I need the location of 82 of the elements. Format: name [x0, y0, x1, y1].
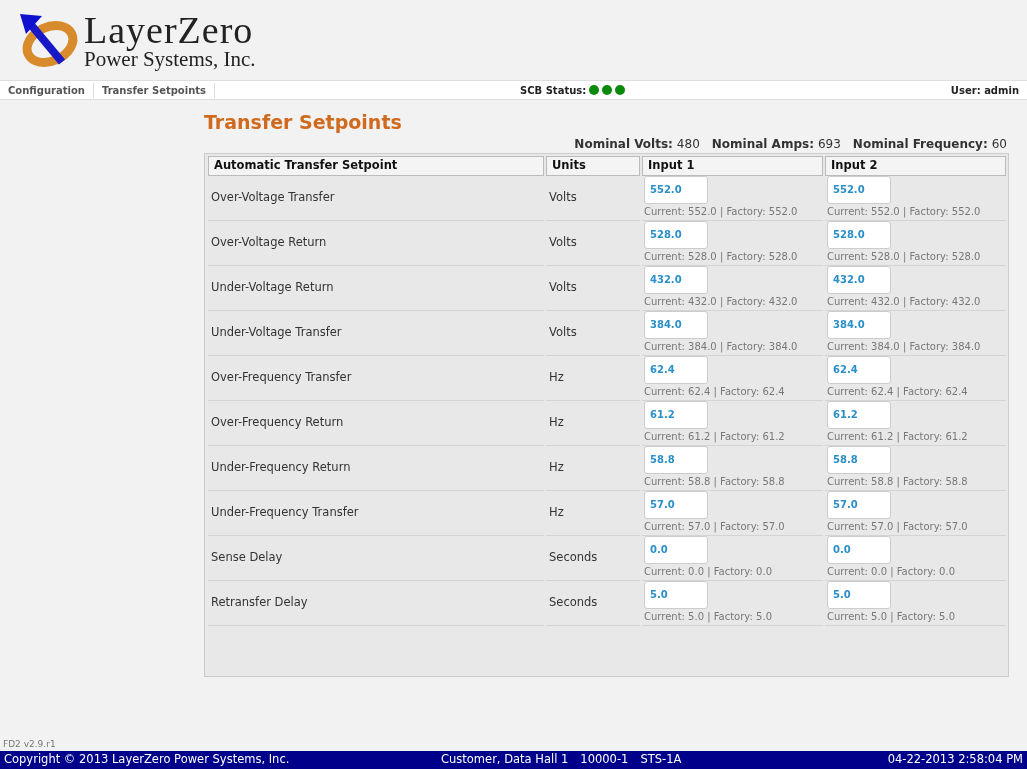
- setpoint-name: Under-Voltage Return: [208, 265, 544, 311]
- current-factory-text: Current: 57.0 | Factory: 57.0: [827, 519, 969, 534]
- site-text: STS-1A: [640, 751, 682, 769]
- current-factory-text: Current: 62.4 | Factory: 62.4: [644, 384, 786, 399]
- setpoint-input[interactable]: 432.0: [827, 265, 891, 294]
- column-header: Units: [546, 155, 640, 176]
- setpoint-input[interactable]: 61.2: [644, 400, 708, 429]
- current-factory-text: Current: 61.2 | Factory: 61.2: [827, 429, 969, 444]
- current-factory-text: Current: 432.0 | Factory: 432.0: [827, 294, 982, 309]
- setpoint-input[interactable]: 5.0: [644, 580, 708, 609]
- setpoint-name: Over-Frequency Transfer: [208, 355, 544, 401]
- scb-status-label: SCB Status:: [520, 83, 587, 98]
- current-factory-text: Current: 552.0 | Factory: 552.0: [827, 204, 982, 219]
- setpoint-name: Over-Frequency Return: [208, 400, 544, 446]
- setpoint-name: Under-Frequency Transfer: [208, 490, 544, 536]
- units-cell: Hz: [546, 445, 640, 491]
- current-factory-text: Current: 58.8 | Factory: 58.8: [827, 474, 969, 489]
- setpoint-name: Sense Delay: [208, 535, 544, 581]
- setpoint-input[interactable]: 0.0: [644, 535, 708, 564]
- column-header: Input 2: [825, 155, 1006, 176]
- current-factory-text: Current: 62.4 | Factory: 62.4: [827, 384, 969, 399]
- column-header: Automatic Transfer Setpoint: [208, 155, 544, 176]
- current-factory-text: Current: 57.0 | Factory: 57.0: [644, 519, 786, 534]
- units-cell: Hz: [546, 400, 640, 446]
- setpoint-input[interactable]: 528.0: [827, 220, 891, 249]
- setpoint-input[interactable]: 0.0: [827, 535, 891, 564]
- site-text: 10000-1: [580, 751, 629, 769]
- version-text: FD2 v2.9.r1: [2, 737, 57, 751]
- setpoint-input[interactable]: 432.0: [644, 265, 708, 294]
- setpoint-input[interactable]: 58.8: [827, 445, 891, 474]
- nominal-value: 480: [676, 135, 700, 153]
- setpoint-input[interactable]: 57.0: [644, 490, 708, 519]
- setpoint-name: Under-Frequency Return: [208, 445, 544, 491]
- setpoint-input[interactable]: 61.2: [827, 400, 891, 429]
- logo-name: LayerZero: [84, 10, 255, 49]
- current-factory-text: Current: 0.0 | Factory: 0.0: [827, 564, 956, 579]
- current-factory-text: Current: 384.0 | Factory: 384.0: [827, 339, 982, 354]
- units-cell: Hz: [546, 490, 640, 536]
- nominal-value: 60: [991, 135, 1007, 153]
- current-factory-text: Current: 5.0 | Factory: 5.0: [644, 609, 773, 624]
- breadcrumb-link[interactable]: Transfer Setpoints: [93, 82, 215, 98]
- setpoint-input[interactable]: 5.0: [827, 580, 891, 609]
- setpoint-input[interactable]: 384.0: [827, 310, 891, 339]
- units-cell: Volts: [546, 310, 640, 356]
- breadcrumb-link[interactable]: Configuration: [0, 82, 94, 98]
- setpoint-input[interactable]: 552.0: [827, 175, 891, 204]
- setpoint-input[interactable]: 552.0: [644, 175, 708, 204]
- units-cell: Seconds: [546, 535, 640, 581]
- nominal-label: Nominal Volts:: [574, 135, 673, 153]
- datetime-text: 04-22-2013 2:58:04 PM: [887, 751, 1023, 769]
- setpoint-input[interactable]: 62.4: [644, 355, 708, 384]
- setpoint-input[interactable]: 62.4: [827, 355, 891, 384]
- units-cell: Hz: [546, 355, 640, 401]
- setpoint-input[interactable]: 57.0: [827, 490, 891, 519]
- units-cell: Seconds: [546, 580, 640, 626]
- setpoint-input[interactable]: 384.0: [644, 310, 708, 339]
- current-factory-text: Current: 552.0 | Factory: 552.0: [644, 204, 799, 219]
- page-title: Transfer Setpoints: [204, 110, 403, 135]
- setpoint-input[interactable]: 58.8: [644, 445, 708, 474]
- current-factory-text: Current: 61.2 | Factory: 61.2: [644, 429, 786, 444]
- current-factory-text: Current: 5.0 | Factory: 5.0: [827, 609, 956, 624]
- nominal-label: Nominal Frequency:: [852, 135, 988, 153]
- current-factory-text: Current: 528.0 | Factory: 528.0: [644, 249, 799, 264]
- units-cell: Volts: [546, 265, 640, 311]
- units-cell: Volts: [546, 220, 640, 266]
- setpoint-name: Retransfer Delay: [208, 580, 544, 626]
- current-factory-text: Current: 0.0 | Factory: 0.0: [644, 564, 773, 579]
- copyright-text: Copyright © 2013 LayerZero Power Systems, Inc.: [4, 751, 291, 769]
- setpoint-input[interactable]: 528.0: [644, 220, 708, 249]
- user-label: User: admin: [950, 83, 1020, 98]
- nominal-label: Nominal Amps:: [711, 135, 814, 153]
- current-factory-text: Current: 58.8 | Factory: 58.8: [644, 474, 786, 489]
- setpoint-name: Under-Voltage Transfer: [208, 310, 544, 356]
- site-text: Customer, Data Hall 1: [441, 751, 569, 769]
- setpoint-name: Over-Voltage Transfer: [208, 175, 544, 221]
- nominal-value: 693: [817, 135, 841, 153]
- setpoint-name: Over-Voltage Return: [208, 220, 544, 266]
- units-cell: Volts: [546, 175, 640, 221]
- current-factory-text: Current: 528.0 | Factory: 528.0: [827, 249, 982, 264]
- current-factory-text: Current: 432.0 | Factory: 432.0: [644, 294, 799, 309]
- column-header: Input 1: [642, 155, 823, 176]
- current-factory-text: Current: 384.0 | Factory: 384.0: [644, 339, 799, 354]
